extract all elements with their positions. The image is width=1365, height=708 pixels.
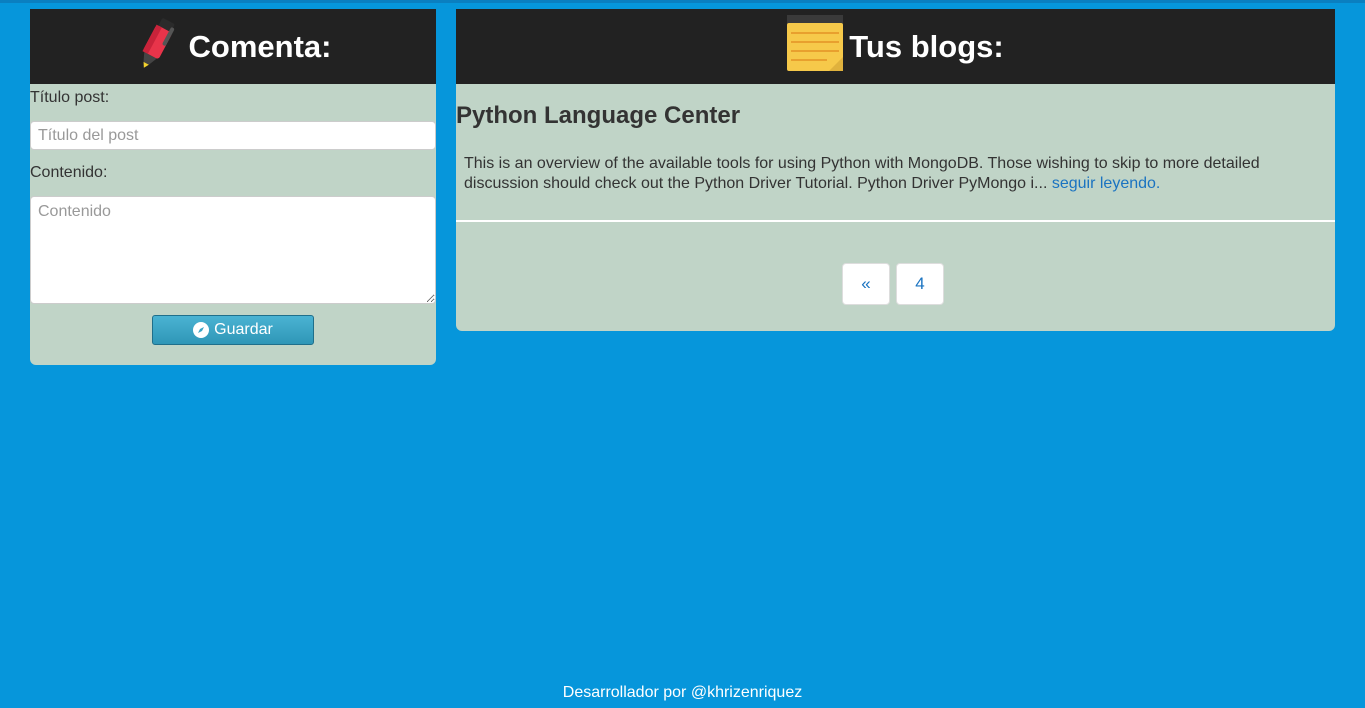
compass-icon	[193, 322, 210, 338]
marker-pen-icon	[135, 14, 179, 80]
pagination-prev-button[interactable]: «	[842, 263, 890, 305]
blogs-panel-header: Tus blogs:	[456, 9, 1335, 84]
post-title: Python Language Center	[456, 102, 741, 129]
notepad-icon	[787, 14, 844, 79]
post-title-input[interactable]	[30, 121, 436, 150]
comment-panel-header: Comenta:	[30, 9, 436, 84]
post-content-textarea[interactable]	[30, 196, 436, 304]
divider	[456, 220, 1335, 222]
content-label: Contenido:	[30, 164, 108, 181]
save-button[interactable]: Guardar	[152, 315, 314, 345]
save-button-label: Guardar	[214, 321, 273, 338]
post-excerpt: This is an overview of the available too…	[464, 154, 1324, 194]
footer-credit: Desarrollador por @khrizenriquez	[562, 684, 803, 701]
title-label: Título post:	[30, 89, 110, 106]
read-more-link[interactable]: seguir leyendo.	[1052, 175, 1161, 192]
comment-panel: Comenta: Título post: Contenido: Guardar	[30, 9, 436, 365]
blogs-panel: Tus blogs: Python Language Center This i…	[456, 9, 1335, 331]
pagination-page-button[interactable]: 4	[896, 263, 944, 305]
blogs-panel-title: Tus blogs:	[849, 28, 1004, 64]
comment-panel-title: Comenta:	[188, 28, 332, 64]
